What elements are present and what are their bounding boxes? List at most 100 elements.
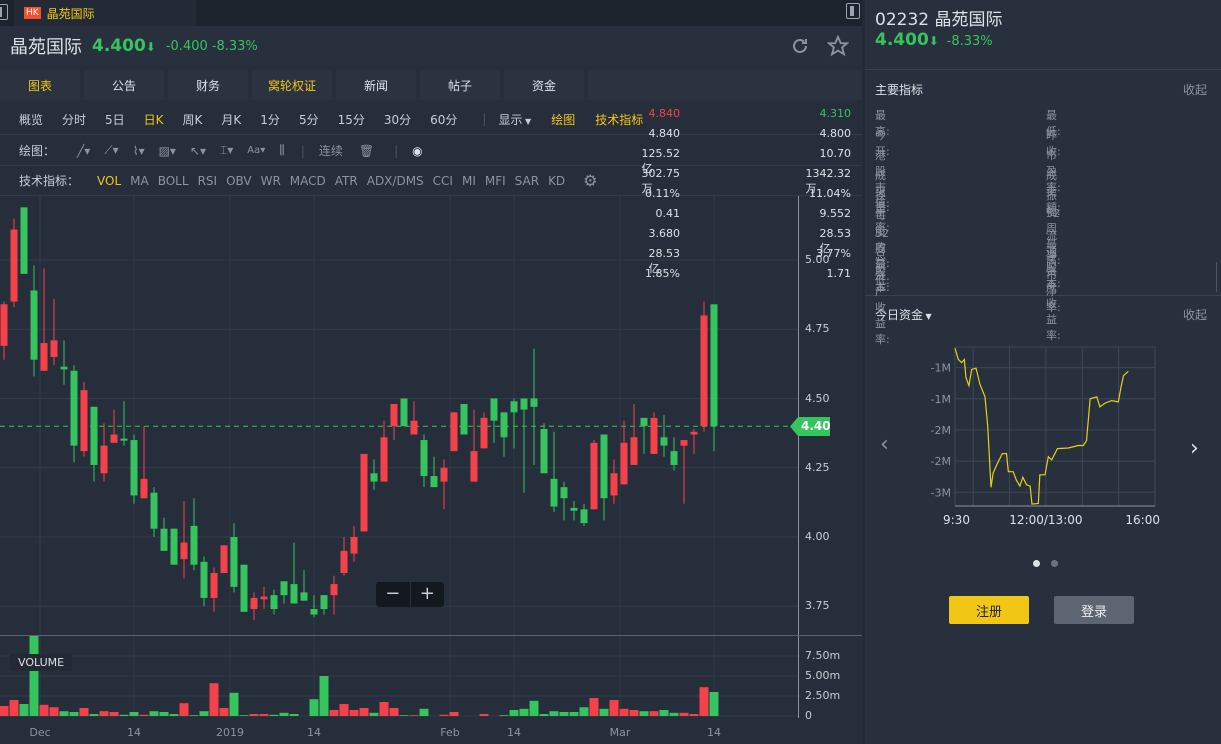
indicator-ma[interactable]: MA xyxy=(130,174,149,188)
separator: | xyxy=(482,112,487,126)
candle-body xyxy=(240,564,248,612)
favorite-star-icon[interactable] xyxy=(827,35,849,57)
indicator-wr[interactable]: WR xyxy=(261,174,281,188)
metric-label: 市净率: xyxy=(1046,269,1061,314)
candle-body xyxy=(550,478,558,507)
funds-collapse[interactable]: 收起 xyxy=(1183,306,1207,323)
metric-value: 3.680 xyxy=(648,227,681,240)
wave-tool-icon[interactable]: ⌇▾ xyxy=(133,144,145,158)
candle-body xyxy=(90,406,98,465)
tab-news[interactable]: 新闻 xyxy=(336,70,416,100)
indicator-rsi[interactable]: RSI xyxy=(198,174,218,188)
period-5[interactable]: 月K xyxy=(221,111,260,128)
price-tick-label: 3.75 xyxy=(805,599,830,613)
volume-bar xyxy=(389,708,399,716)
indicator-cci[interactable]: CCI xyxy=(433,174,453,188)
volume-bar xyxy=(319,676,329,716)
continuous-toggle[interactable]: 连续 xyxy=(319,142,343,159)
tab-financials[interactable]: 财务 xyxy=(168,70,248,100)
period-3[interactable]: 日K xyxy=(144,111,183,128)
settings-gear-icon[interactable]: ⚙ xyxy=(583,171,597,190)
page-dot-active[interactable] xyxy=(1033,560,1040,567)
caret-down-icon: ▼ xyxy=(923,312,932,321)
panel-toggle-icon[interactable] xyxy=(0,4,8,20)
period-9[interactable]: 30分 xyxy=(384,111,430,128)
polyline-tool-icon[interactable]: ⟋▾ xyxy=(104,143,118,158)
eye-icon[interactable]: ◉ xyxy=(412,144,422,158)
arrow-tool-icon[interactable]: ↖▾ xyxy=(190,144,206,158)
prev-chart-arrow-icon[interactable]: ‹ xyxy=(880,432,889,457)
period-2[interactable]: 5日 xyxy=(105,111,144,128)
text-tool-icon[interactable]: Aa▾ xyxy=(247,145,265,156)
divider xyxy=(865,69,1221,70)
indicator-list: VOL MA BOLL RSI OBV WR MACD ATR ADX/DMS CCI MI MFI S… xyxy=(97,174,565,188)
indicator-macd[interactable]: MACD xyxy=(290,174,326,188)
period-8[interactable]: 15分 xyxy=(338,111,384,128)
candlestick-chart[interactable] xyxy=(0,196,862,636)
fund-y-label: -1M xyxy=(931,393,951,406)
period-4[interactable]: 周K xyxy=(183,111,222,128)
volume-bar xyxy=(449,712,459,716)
candle-tool-icon[interactable]: ⫼ xyxy=(279,143,285,158)
period-0[interactable]: 概览 xyxy=(19,111,62,128)
tab-capital[interactable]: 资金 xyxy=(504,70,584,100)
indicator-vol[interactable]: VOL xyxy=(97,174,121,188)
volume-bar xyxy=(559,712,569,716)
login-button[interactable]: 登录 xyxy=(1054,596,1134,624)
candle-body xyxy=(510,401,518,413)
trash-icon[interactable]: 🗑 xyxy=(359,144,374,158)
refresh-icon[interactable] xyxy=(790,36,810,56)
candle-body xyxy=(560,487,568,499)
sidebar-scrollbar[interactable] xyxy=(1216,262,1221,292)
volume-bar xyxy=(519,708,529,716)
metric-value: 11.04% xyxy=(809,187,851,200)
market-badge: HK xyxy=(24,7,41,19)
volume-chart[interactable] xyxy=(0,636,862,718)
indicator-obv[interactable]: OBV xyxy=(226,174,252,188)
volume-bar xyxy=(209,683,219,716)
indicator-mfi[interactable]: MFI xyxy=(485,174,506,188)
candle-body xyxy=(0,304,8,346)
candle-body xyxy=(230,537,238,587)
tab-chart[interactable]: 图表 xyxy=(0,70,80,100)
indicator-adx-dms[interactable]: ADX/DMS xyxy=(367,174,424,188)
tab-announcements[interactable]: 公告 xyxy=(84,70,164,100)
period-7[interactable]: 5分 xyxy=(299,111,338,128)
register-button[interactable]: 注册 xyxy=(949,596,1029,624)
line-tool-icon[interactable]: ╱▾ xyxy=(77,144,90,158)
volume-bar xyxy=(479,714,489,716)
display-dropdown[interactable]: 显示 ▼ xyxy=(498,111,531,128)
right-panel-toggle-icon[interactable] xyxy=(846,3,860,19)
indicators-toggle[interactable]: 技术指标 xyxy=(595,111,643,128)
next-chart-arrow-icon[interactable]: › xyxy=(1190,436,1199,461)
indicator-kd[interactable]: KD xyxy=(548,174,565,188)
indicator-sar[interactable]: SAR xyxy=(515,174,539,188)
candle-body xyxy=(520,398,528,410)
candle-body xyxy=(140,478,148,499)
tab-posts[interactable]: 帖子 xyxy=(420,70,500,100)
metric-value: 9.552 xyxy=(819,207,852,220)
volume-tick-label: 7.50m xyxy=(805,649,841,662)
measure-tool-icon[interactable]: ⌶▾ xyxy=(220,143,233,158)
indicator-atr[interactable]: ATR xyxy=(335,174,358,188)
indicator-mi[interactable]: MI xyxy=(462,174,476,188)
period-6[interactable]: 1分 xyxy=(260,111,299,128)
volume-tick-label: 2.50m xyxy=(805,689,841,702)
metric-value: 1.71 xyxy=(826,267,852,280)
stock-tab[interactable]: HK 晶苑国际 xyxy=(14,0,196,26)
divider xyxy=(865,295,1221,296)
metrics-collapse[interactable]: 收起 xyxy=(1183,81,1207,98)
period-1[interactable]: 分时 xyxy=(62,111,105,128)
candle-body xyxy=(20,207,28,274)
period-10[interactable]: 60分 xyxy=(430,111,476,128)
fibonacci-tool-icon[interactable]: ▨▾ xyxy=(159,144,176,158)
candle-body xyxy=(660,437,668,446)
draw-toggle[interactable]: 绘图 xyxy=(551,111,575,128)
tab-warrants[interactable]: 窝轮权证 xyxy=(252,70,332,100)
page-dot[interactable] xyxy=(1051,560,1058,567)
candle-body xyxy=(350,537,358,554)
zoom-out-button[interactable]: − xyxy=(376,582,411,607)
indicator-boll[interactable]: BOLL xyxy=(158,174,189,188)
candle-body xyxy=(120,438,128,441)
zoom-in-button[interactable]: + xyxy=(411,582,445,607)
